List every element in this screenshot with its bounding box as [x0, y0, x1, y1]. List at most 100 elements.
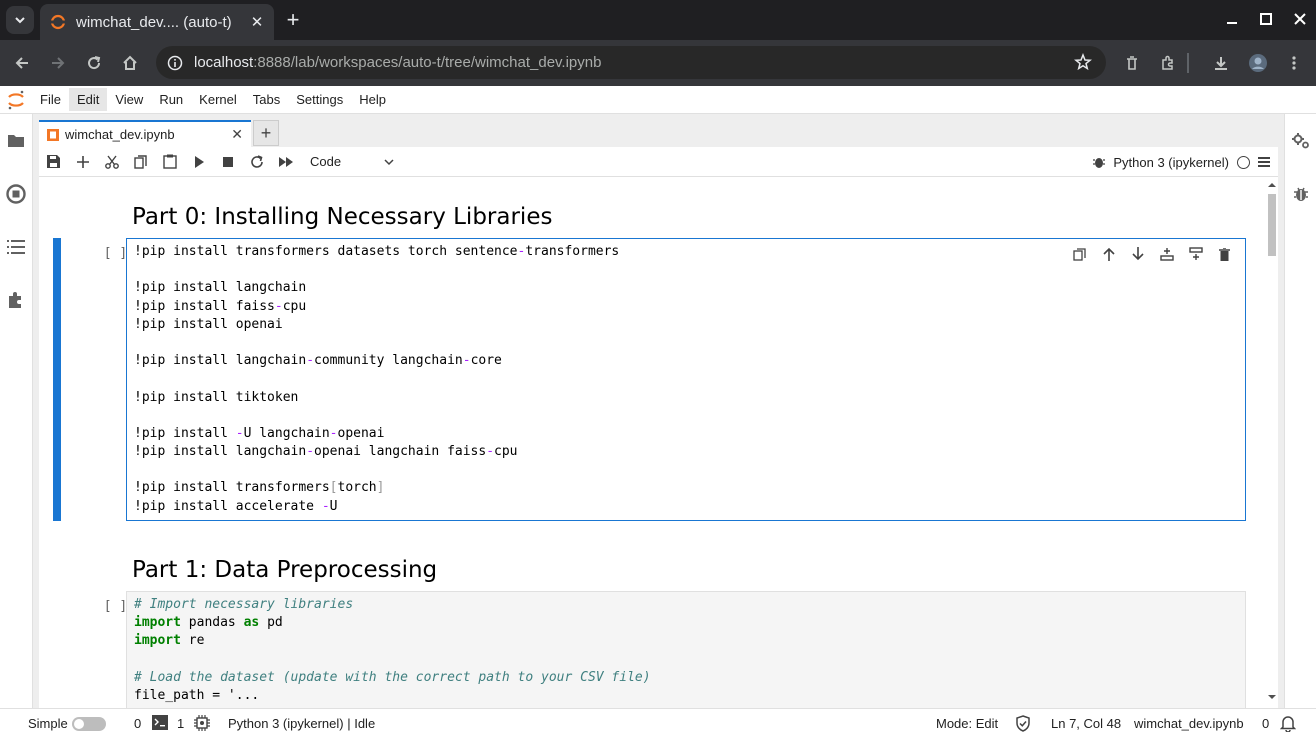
code-line: !pip install tiktoken — [134, 389, 299, 405]
menu-file[interactable]: File — [32, 88, 69, 111]
notebook-panel: Code Python 3 (ipykernel) Part 0: Instal… — [39, 147, 1278, 708]
left-sidebar — [0, 114, 33, 708]
code-line: !pip install langchain — [134, 280, 307, 296]
insert-above-icon[interactable] — [1152, 245, 1181, 263]
reload-icon[interactable] — [82, 51, 106, 75]
profile-avatar-icon[interactable] — [1246, 51, 1270, 75]
main-dock-area: wimchat_dev.ipynb ✕ + Code Python 3 (ipy… — [33, 114, 1284, 708]
window-controls — [1214, 0, 1316, 40]
run-icon[interactable] — [184, 147, 213, 177]
move-down-icon[interactable] — [1123, 245, 1152, 263]
menu-hamburger-icon[interactable] — [1258, 156, 1270, 168]
notification-bell-icon[interactable] — [1279, 715, 1297, 735]
extension-manager-icon[interactable] — [6, 290, 26, 310]
kernel-name-button[interactable]: Python 3 (ipykernel) — [1113, 155, 1229, 170]
debugger-bug-icon[interactable] — [1093, 155, 1106, 169]
menu-help[interactable]: Help — [351, 88, 394, 111]
menu-tabs[interactable]: Tabs — [245, 88, 288, 111]
code-cell-active[interactable]: [ ]: !pip install transformers datasets … — [53, 238, 1246, 521]
status-bar: Simple 0 1 Python 3 (ipykernel) | Idle M… — [0, 708, 1316, 736]
property-inspector-gears-icon[interactable] — [1291, 131, 1311, 151]
cell-collapser[interactable] — [53, 238, 61, 521]
kernel-idle-status-icon — [1237, 155, 1250, 169]
code-line: ​ — [127, 261, 1245, 279]
menu-settings[interactable]: Settings — [288, 88, 351, 111]
notebook-toolbar: Code Python 3 (ipykernel) — [39, 147, 1278, 177]
bookmark-star-icon[interactable] — [1074, 52, 1092, 76]
code-line: !pip install langchain-community langcha… — [134, 353, 502, 369]
code-line: !pip install openai — [134, 316, 283, 332]
insert-cell-icon[interactable] — [68, 147, 97, 177]
cell-type-select[interactable]: Code — [310, 154, 394, 169]
debugger-bug-icon[interactable] — [1291, 184, 1311, 204]
menu-run[interactable]: Run — [151, 88, 191, 111]
kernels-count[interactable]: 1 — [177, 716, 184, 731]
menu-view[interactable]: View — [107, 88, 151, 111]
menu-edit[interactable]: Edit — [68, 88, 108, 111]
code-editor[interactable]: !pip install transformers datasets torch… — [126, 238, 1246, 521]
notebook-scroll-area[interactable]: Part 0: Installing Necessary Libraries [… — [39, 178, 1278, 708]
kernel-status-text[interactable]: Python 3 (ipykernel) | Idle — [228, 716, 375, 731]
code-line: !pip install -U langchain-openai — [134, 425, 385, 441]
code-line: ​ — [127, 407, 1245, 425]
run-all-icon[interactable] — [271, 147, 300, 177]
close-tab-icon[interactable]: ✕ — [231, 126, 243, 143]
address-bar[interactable]: localhost:8888/lab/workspaces/auto-t/tre… — [156, 46, 1106, 79]
code-line: ​ — [127, 334, 1245, 352]
forward-arrow-icon[interactable] — [46, 51, 70, 75]
delete-cell-icon[interactable] — [1210, 245, 1239, 263]
move-up-icon[interactable] — [1094, 245, 1123, 263]
paste-icon[interactable] — [155, 147, 184, 177]
home-icon[interactable] — [118, 51, 142, 75]
toolbar-divider — [1187, 53, 1189, 73]
tab-search-button[interactable] — [6, 6, 34, 34]
delete-icon[interactable] — [1120, 51, 1144, 75]
code-lines: # Import necessary libraries import panda… — [127, 592, 1245, 705]
close-window-icon[interactable] — [1284, 12, 1316, 28]
minimize-icon[interactable] — [1216, 12, 1248, 28]
insert-below-icon[interactable] — [1181, 245, 1210, 263]
url-text: localhost:8888/lab/workspaces/auto-t/tre… — [194, 54, 601, 71]
notebook-scrollbar[interactable] — [1266, 182, 1276, 700]
running-sessions-icon[interactable] — [6, 184, 26, 204]
browser-tab-active[interactable]: wimchat_dev.... (auto-t) ✕ — [40, 4, 274, 40]
url-host: localhost — [194, 54, 254, 71]
menu-kernel[interactable]: Kernel — [191, 88, 245, 111]
maximize-icon[interactable] — [1250, 12, 1282, 28]
code-line: import pandas as pd — [134, 615, 283, 631]
duplicate-cell-icon[interactable] — [1065, 245, 1094, 263]
stop-icon[interactable] — [213, 147, 242, 177]
table-of-contents-icon[interactable] — [6, 237, 26, 257]
cursor-position[interactable]: Ln 7, Col 48 — [1051, 716, 1121, 731]
extensions-icon[interactable] — [1156, 51, 1180, 75]
simple-mode-toggle[interactable] — [72, 717, 106, 731]
save-icon[interactable] — [39, 147, 68, 177]
code-line: # Load the dataset (update with the corr… — [134, 669, 651, 685]
notebook-tab[interactable]: wimchat_dev.ipynb ✕ — [39, 120, 251, 147]
cell-type-value: Code — [310, 154, 342, 169]
browser-menu-icon[interactable] — [1282, 51, 1306, 75]
code-line: !pip install transformers[torch] — [134, 480, 385, 496]
copy-icon[interactable] — [126, 147, 155, 177]
code-cell[interactable]: [ ]: # Import necessary libraries import … — [53, 591, 1246, 708]
new-tab-button[interactable]: + — [282, 8, 304, 32]
close-tab-icon[interactable]: ✕ — [248, 13, 266, 31]
trusted-shield-icon[interactable] — [1015, 715, 1031, 735]
restart-icon[interactable] — [242, 147, 271, 177]
chevron-down-icon — [384, 158, 394, 165]
right-sidebar — [1284, 114, 1316, 708]
site-info-icon[interactable] — [166, 54, 184, 72]
notebook-tab-title: wimchat_dev.ipynb — [65, 127, 175, 142]
terminals-count[interactable]: 0 — [134, 716, 141, 731]
chevron-down-icon — [15, 17, 25, 24]
scrollbar-thumb[interactable] — [1268, 194, 1276, 256]
code-editor[interactable]: # Import necessary libraries import panda… — [126, 591, 1246, 708]
simple-mode-label: Simple — [28, 716, 68, 731]
back-arrow-icon[interactable] — [10, 51, 34, 75]
kernel-chip-icon — [194, 715, 210, 734]
new-launcher-button[interactable]: + — [253, 120, 279, 146]
folder-icon[interactable] — [6, 131, 26, 151]
download-icon[interactable] — [1209, 51, 1233, 75]
code-line: # Import necessary libraries — [134, 597, 354, 612]
cut-icon[interactable] — [97, 147, 126, 177]
